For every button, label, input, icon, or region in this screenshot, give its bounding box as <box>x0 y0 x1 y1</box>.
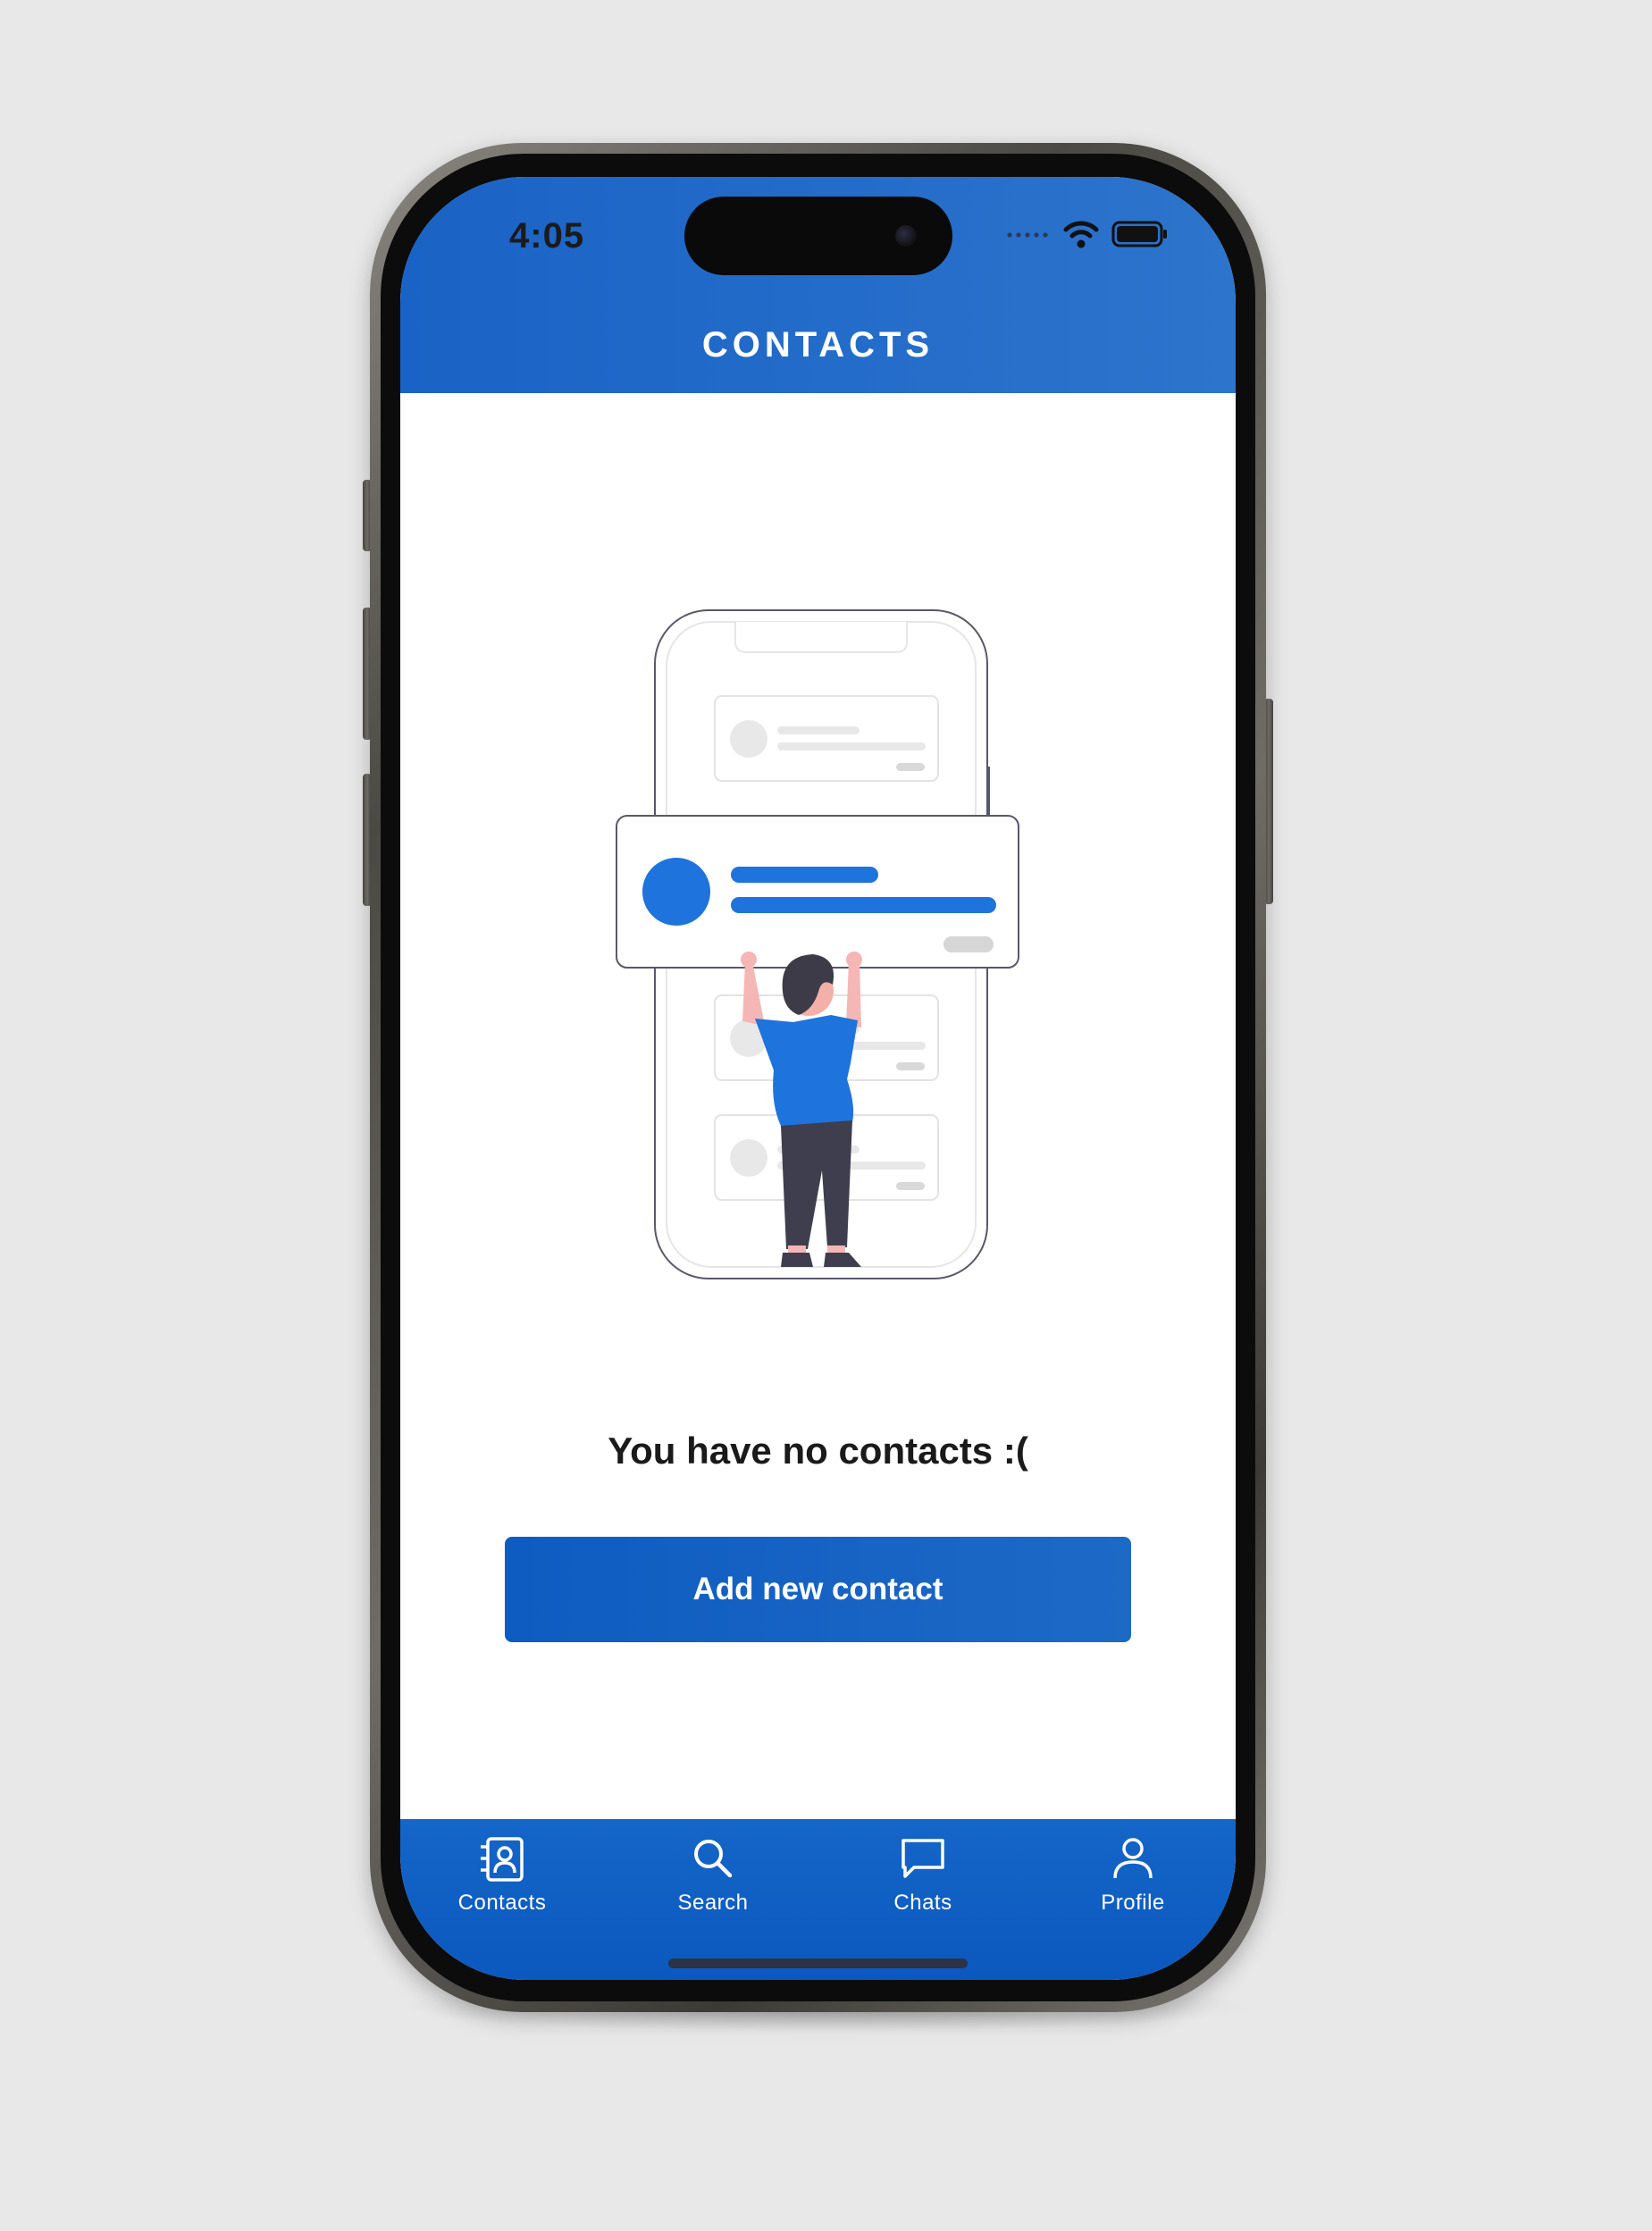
signal-dots-icon <box>1006 228 1051 244</box>
profile-icon <box>1106 1832 1160 1885</box>
nav-item-contacts[interactable]: Contacts <box>431 1819 574 1962</box>
nav-item-chats[interactable]: Chats <box>851 1819 994 1962</box>
nav-label-contacts: Contacts <box>457 1891 547 1915</box>
chat-icon <box>896 1832 950 1885</box>
nav-label-profile: Profile <box>1101 1891 1165 1915</box>
search-icon <box>686 1832 740 1885</box>
empty-contacts-illustration <box>615 606 1026 1338</box>
front-camera <box>895 225 917 247</box>
nav-label-chats: Chats <box>893 1891 952 1915</box>
app-screen: 4:05 CONTACTS You have no contacts:(Ad… <box>400 177 1236 1980</box>
status-icons <box>1006 220 1169 252</box>
page-title: CONTACTS <box>701 325 935 365</box>
nav-item-profile[interactable]: Profile <box>1061 1819 1204 1962</box>
home-indicator[interactable] <box>668 1958 968 1968</box>
empty-state-message: You have no contacts :( <box>608 1430 1028 1472</box>
nav-item-search[interactable]: Search <box>642 1819 784 1962</box>
dynamic-island <box>684 197 952 275</box>
wifi-icon <box>1063 220 1099 253</box>
add-new-contact-button[interactable]: Add new contact <box>505 1537 1131 1642</box>
nav-label-search: Search <box>677 1891 749 1915</box>
status-time: 4:05 <box>509 216 585 256</box>
battery-icon <box>1111 220 1169 253</box>
contacts-icon <box>475 1832 529 1885</box>
app-header: 4:05 CONTACTS <box>400 177 1236 393</box>
bottom-navigation: Contacts Search Chats Profile <box>400 1819 1236 1980</box>
